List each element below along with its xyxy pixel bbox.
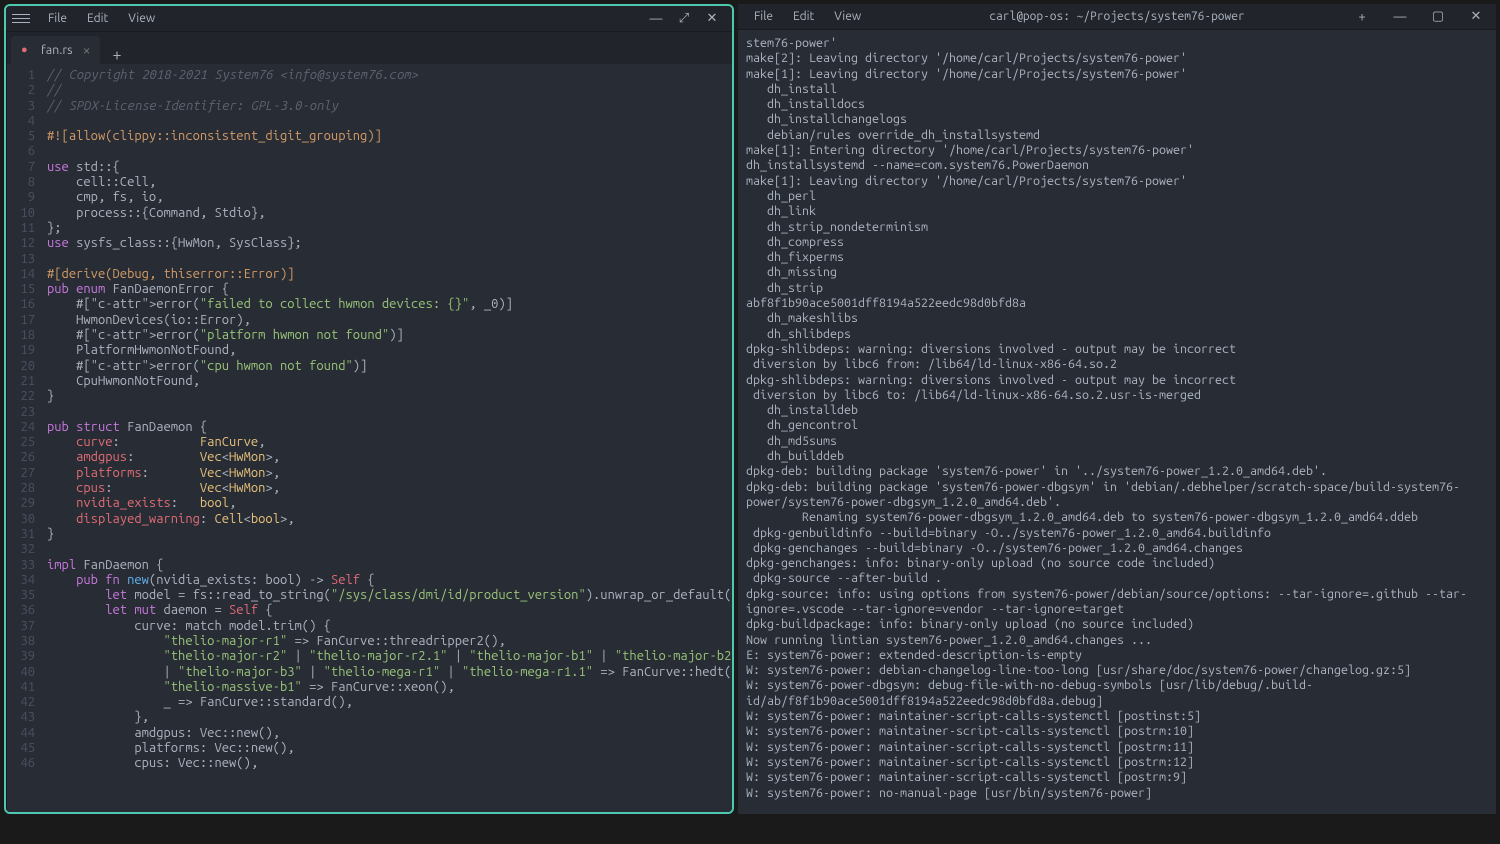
rust-file-icon: ● [21, 44, 35, 56]
new-tab-button[interactable]: + [102, 46, 131, 64]
tab-bar: ● fan.rs × + [7, 32, 732, 64]
term-menu-view[interactable]: View [824, 8, 871, 25]
terminal-menubar: File Edit View carl@pop-os: ~/Projects/s… [738, 4, 1496, 30]
new-tab-icon[interactable]: + [1348, 6, 1376, 28]
menu-view[interactable]: View [118, 10, 165, 27]
menu-file[interactable]: File [38, 10, 77, 27]
code-area[interactable]: 1234567891011121314151617181920212223242… [7, 64, 732, 812]
tab-label: fan.rs [41, 43, 73, 57]
terminal-window: File Edit View carl@pop-os: ~/Projects/s… [738, 4, 1496, 814]
editor-window: File Edit View — ⤢ ✕ 📁 Open project ▾sys… [4, 4, 734, 814]
terminal-title: carl@pop-os: ~/Projects/system76-power [989, 10, 1244, 23]
minimize-icon[interactable]: — [642, 8, 670, 30]
term-menu-file[interactable]: File [744, 8, 783, 25]
close-icon[interactable]: ✕ [698, 8, 726, 30]
term-menu-edit[interactable]: Edit [783, 8, 824, 25]
code-body[interactable]: // Copyright 2018-2021 System76 <info@sy… [41, 64, 732, 812]
code-editor: ● fan.rs × + 123456789101112131415161718… [7, 32, 732, 812]
tab-fan-rs[interactable]: ● fan.rs × [11, 36, 100, 64]
term-close-icon[interactable]: ✕ [1462, 6, 1490, 28]
hamburger-icon[interactable] [12, 10, 30, 28]
editor-menubar: File Edit View — ⤢ ✕ [6, 6, 732, 32]
menu-edit[interactable]: Edit [77, 10, 118, 27]
line-gutter: 1234567891011121314151617181920212223242… [7, 64, 41, 812]
tab-close-icon[interactable]: × [83, 42, 91, 58]
maximize-icon[interactable]: ⤢ [670, 8, 698, 30]
term-minimize-icon[interactable]: — [1386, 6, 1414, 28]
term-maximize-icon[interactable]: ▢ [1424, 6, 1452, 28]
terminal-output[interactable]: stem76-power' make[2]: Leaving directory… [738, 30, 1496, 814]
